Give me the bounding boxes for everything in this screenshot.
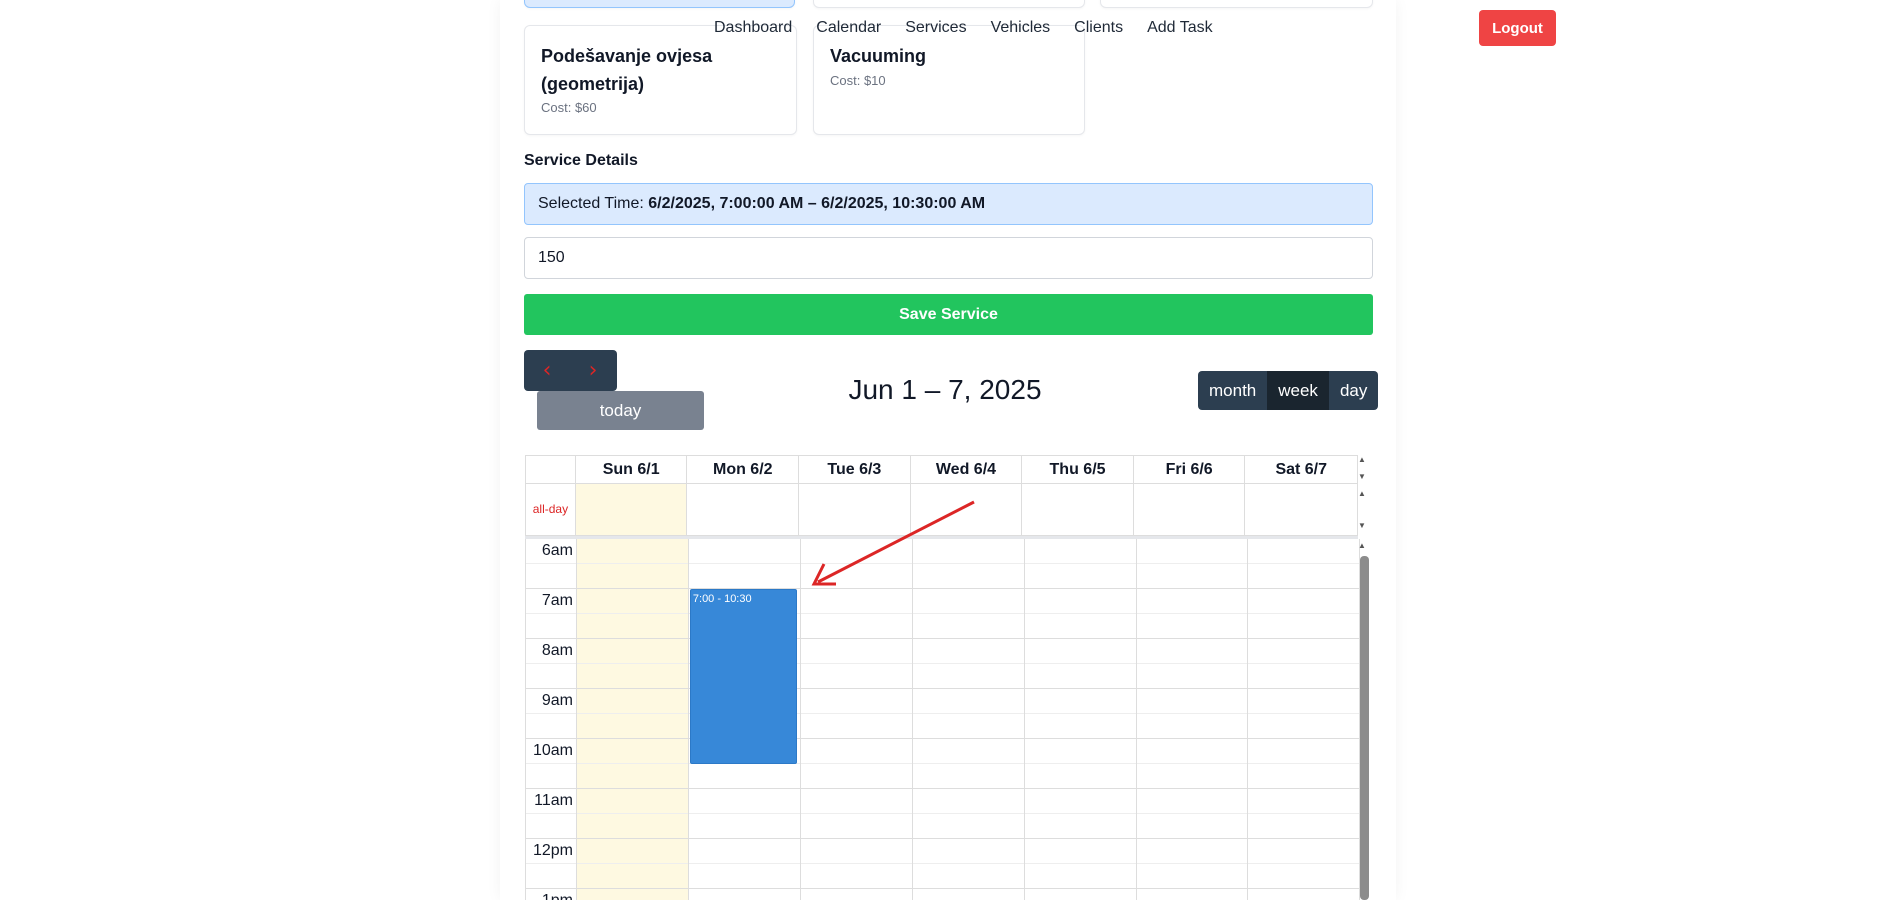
hour-label: 10am: [532, 742, 573, 759]
logout-button[interactable]: Logout: [1479, 10, 1556, 46]
day-header[interactable]: Mon 6/2: [687, 456, 800, 483]
all-day-cell[interactable]: [1134, 484, 1246, 535]
selected-time-label: Selected Time:: [538, 195, 644, 212]
time-slot[interactable]: [526, 864, 1359, 889]
all-day-cell[interactable]: [575, 484, 688, 535]
time-slot[interactable]: [526, 814, 1359, 839]
day-header[interactable]: Tue 6/3: [799, 456, 911, 483]
nav-calendar[interactable]: Calendar: [816, 18, 881, 38]
next-icon[interactable]: ›: [570, 350, 616, 391]
all-day-cell[interactable]: [1022, 484, 1134, 535]
column-divider: [576, 539, 577, 900]
nav-clients[interactable]: Clients: [1074, 18, 1123, 38]
nav-dashboard[interactable]: Dashboard: [714, 18, 792, 38]
save-service-button[interactable]: Save Service: [524, 294, 1373, 335]
scrollbar-thumb[interactable]: [1360, 556, 1369, 900]
column-divider: [1247, 539, 1249, 900]
top-navbar: ocal Dashboard Calendar Services Vehicle…: [0, 0, 1893, 56]
time-slot[interactable]: [526, 789, 1359, 814]
time-slot[interactable]: [526, 614, 1359, 639]
nav-services[interactable]: Services: [905, 18, 966, 38]
scroll-down-icon[interactable]: ▼: [1358, 521, 1366, 530]
selected-time-banner: Selected Time: 6/2/2025, 7:00:00 AM – 6/…: [524, 183, 1373, 225]
hour-label: 9am: [541, 692, 573, 709]
calendar-nav-group: ‹ ›: [524, 350, 617, 391]
day-header[interactable]: Thu 6/5: [1022, 456, 1134, 483]
time-slot[interactable]: [526, 714, 1359, 739]
hour-label: 7am: [541, 592, 573, 609]
time-slot[interactable]: [526, 689, 1359, 714]
calendar-title: Jun 1 – 7, 2025: [848, 374, 1042, 405]
time-slot[interactable]: [526, 764, 1359, 789]
view-day-button[interactable]: day: [1328, 371, 1379, 410]
prev-icon[interactable]: ‹: [524, 350, 570, 391]
hour-label: 11am: [534, 792, 573, 809]
view-week-button[interactable]: week: [1267, 371, 1329, 410]
header-gutter: [526, 456, 576, 483]
cost-input[interactable]: [524, 237, 1373, 279]
annotation-arrow-icon: [811, 500, 975, 586]
view-switcher: month week day: [1198, 371, 1379, 410]
hour-label: 1pm: [526, 892, 573, 900]
calendar-header-row: Sun 6/1 Mon 6/2 Tue 6/3 Wed 6/4 Thu 6/5 …: [525, 455, 1358, 484]
hour-label: 8am: [541, 642, 573, 659]
scroll-up-icon[interactable]: ▲: [1358, 541, 1366, 550]
time-slot[interactable]: [526, 889, 1359, 900]
day-header[interactable]: Sat 6/7: [1245, 456, 1357, 483]
nav-add-task[interactable]: Add Task: [1147, 18, 1213, 38]
day-header[interactable]: Wed 6/4: [911, 456, 1023, 483]
view-month-button[interactable]: month: [1198, 371, 1268, 410]
scroll-up-icon[interactable]: ▲: [1358, 489, 1366, 498]
time-slot[interactable]: [526, 639, 1359, 664]
all-day-label: all-day: [526, 484, 576, 535]
all-day-cell[interactable]: [1245, 484, 1357, 535]
column-divider: [687, 539, 689, 900]
main-nav: Dashboard Calendar Services Vehicles Cli…: [714, 18, 1237, 38]
app-logo[interactable]: ocal: [350, 14, 394, 37]
today-button[interactable]: today: [537, 391, 704, 430]
hour-label: 6am: [541, 542, 573, 559]
time-slot[interactable]: [526, 839, 1359, 864]
hour-label: 12pm: [532, 842, 573, 859]
scroll-up-icon[interactable]: ▲: [1358, 455, 1366, 464]
all-day-cell[interactable]: [687, 484, 800, 535]
service-cost: Cost: $60: [541, 100, 597, 115]
column-divider: [1023, 539, 1025, 900]
day-header[interactable]: Sun 6/1: [576, 456, 688, 483]
nav-vehicles[interactable]: Vehicles: [991, 18, 1051, 38]
service-details-title: Service Details: [524, 152, 638, 169]
time-slot[interactable]: [526, 664, 1359, 689]
time-slot[interactable]: [526, 739, 1359, 764]
service-cost: Cost: $10: [830, 73, 886, 88]
selected-time-value: 6/2/2025, 7:00:00 AM – 6/2/2025, 10:30:0…: [648, 195, 986, 212]
calendar-event[interactable]: 7:00 - 10:30: [689, 589, 797, 764]
scroll-down-icon[interactable]: ▼: [1358, 472, 1366, 481]
column-divider: [1135, 539, 1137, 900]
day-header[interactable]: Fri 6/6: [1134, 456, 1246, 483]
